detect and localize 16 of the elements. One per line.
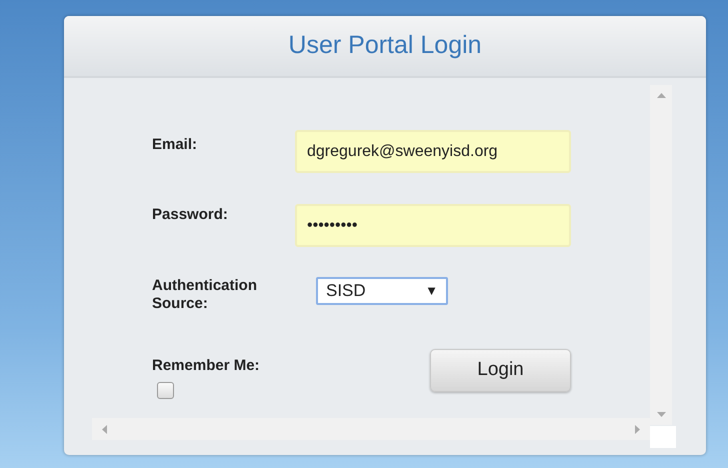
remember-me-label: Remember Me: <box>152 357 261 375</box>
email-field[interactable]: dgregurek@sweenyisd.org <box>295 130 571 173</box>
panel-title: User Portal Login <box>288 30 482 62</box>
scroll-left-icon[interactable] <box>102 424 107 434</box>
remember-me-checkbox[interactable] <box>157 382 174 399</box>
authentication-source-dropdown[interactable]: SISD ▼ <box>316 277 448 305</box>
password-field[interactable]: ••••••••• <box>295 204 571 247</box>
password-label: Password: <box>152 206 229 224</box>
scroll-up-icon[interactable] <box>656 93 666 98</box>
horizontal-scrollbar[interactable] <box>92 418 650 440</box>
vertical-scrollbar[interactable] <box>650 85 672 425</box>
authentication-source-label: Authentication Source: <box>152 277 258 313</box>
email-label: Email: <box>152 136 198 154</box>
scroll-down-icon[interactable] <box>656 412 666 417</box>
scroll-right-icon[interactable] <box>635 424 640 434</box>
login-button[interactable]: Login <box>430 349 571 392</box>
